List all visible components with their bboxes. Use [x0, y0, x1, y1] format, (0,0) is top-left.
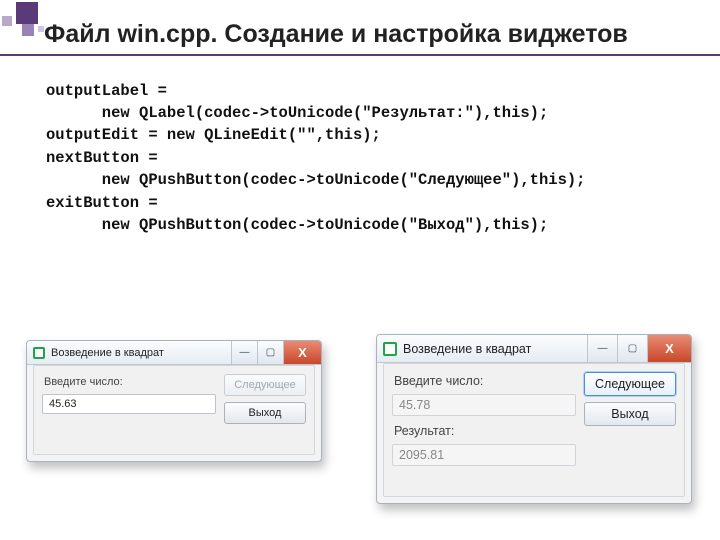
minimize-button[interactable]: —	[587, 335, 617, 362]
app-window-initial: Возведение в квадрат — ▢ X Введите число…	[26, 340, 322, 462]
code-snippet: outputLabel = new QLabel(codec->toUnicod…	[46, 80, 586, 237]
app-icon	[33, 347, 45, 359]
title-underline	[0, 54, 720, 56]
input-field[interactable]: 45.63	[42, 394, 216, 414]
app-icon	[383, 342, 397, 356]
page-title: Файл win.cpp. Создание и настройка видже…	[44, 20, 628, 49]
window-body: Введите число: 45.78 Результат: 2095.81 …	[383, 363, 685, 497]
next-button: Следующее	[224, 374, 306, 396]
titlebar[interactable]: Возведение в квадрат — ▢ X	[27, 341, 321, 365]
input-label: Введите число:	[392, 372, 576, 388]
window-title: Возведение в квадрат	[51, 347, 164, 359]
input-field: 45.78	[392, 394, 576, 416]
input-label: Введите число:	[42, 374, 216, 388]
window-title: Возведение в квадрат	[403, 342, 531, 356]
result-label: Результат:	[392, 422, 576, 438]
exit-button[interactable]: Выход	[224, 402, 306, 424]
maximize-button[interactable]: ▢	[257, 341, 283, 364]
close-button[interactable]: X	[283, 341, 321, 364]
titlebar[interactable]: Возведение в квадрат — ▢ X	[377, 335, 691, 363]
exit-button[interactable]: Выход	[584, 402, 676, 426]
next-button[interactable]: Следующее	[584, 372, 676, 396]
result-field: 2095.81	[392, 444, 576, 466]
minimize-button[interactable]: —	[231, 341, 257, 364]
window-body: Введите число: 45.63 Следующее Выход	[33, 365, 315, 455]
app-window-result: Возведение в квадрат — ▢ X Введите число…	[376, 334, 692, 504]
maximize-button[interactable]: ▢	[617, 335, 647, 362]
close-button[interactable]: X	[647, 335, 691, 362]
